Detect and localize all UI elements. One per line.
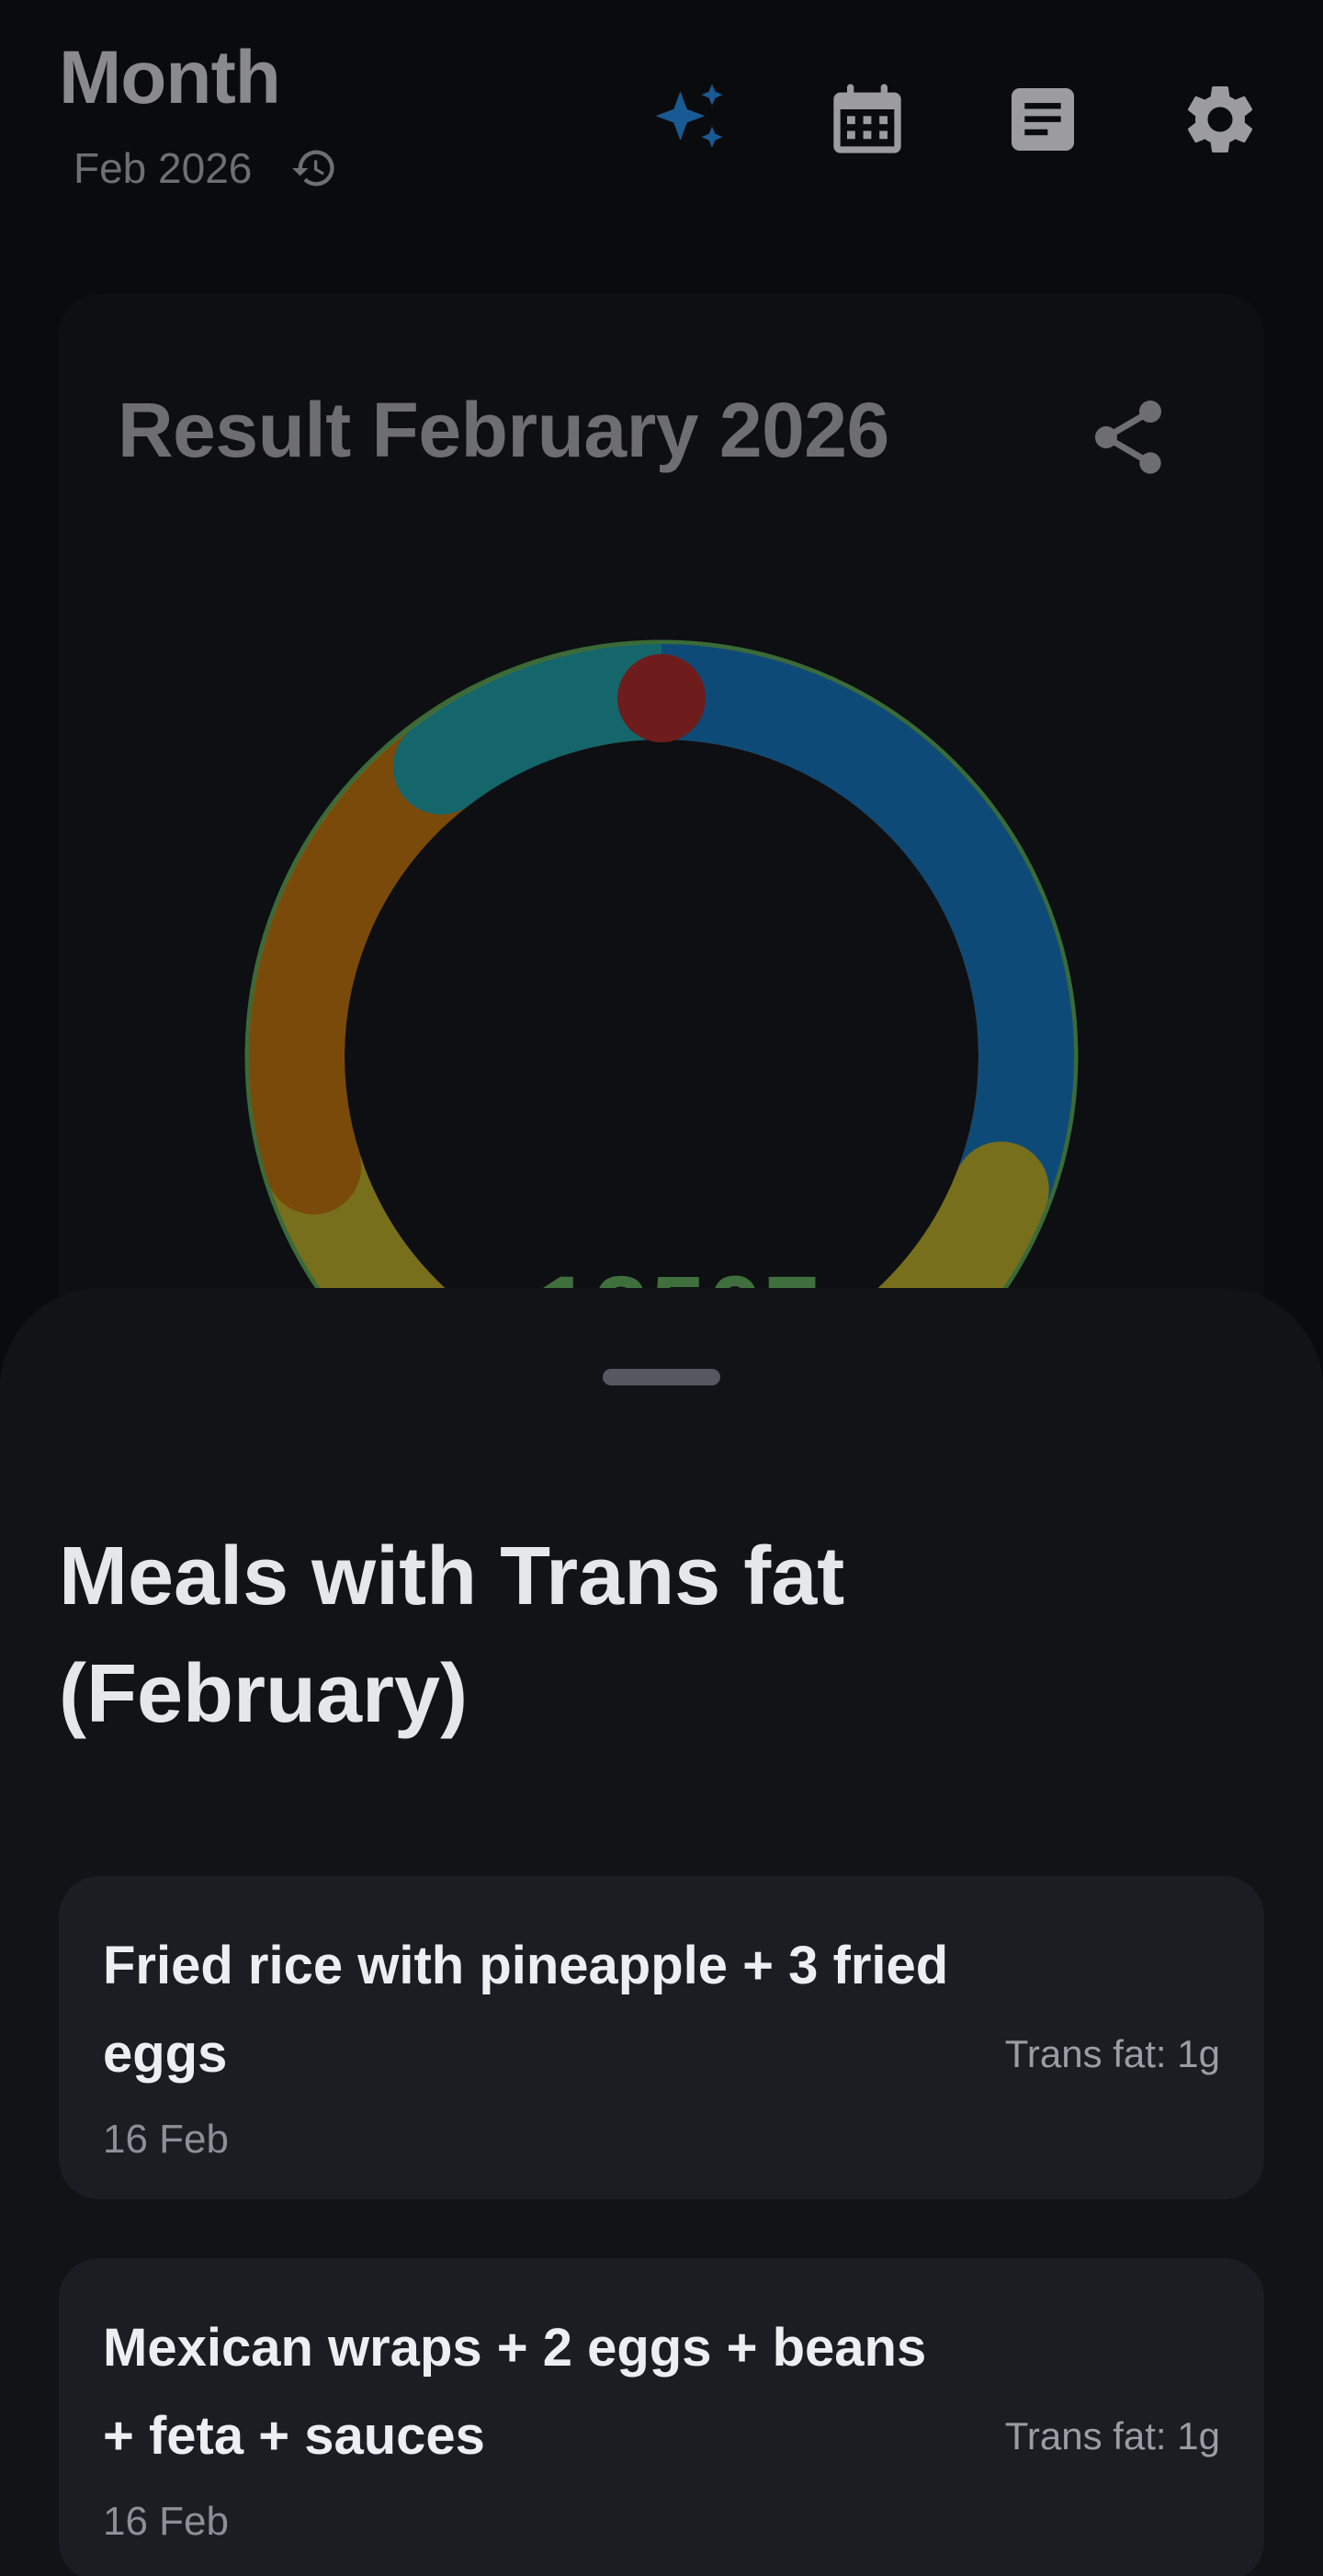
meal-card[interactable]: Fried rice with pineapple + 3 fried eggs…	[59, 1876, 1264, 2199]
meal-list: Fried rice with pineapple + 3 fried eggs…	[59, 1876, 1264, 2576]
sheet-title-line2: (February)	[59, 1648, 469, 1740]
page-title: Month	[59, 36, 281, 119]
gauge-blue-segment	[661, 644, 1075, 1207]
bottom-sheet: Meals with Trans fat (February) Fried ri…	[0, 1288, 1323, 2576]
sheet-title-line1: Meals with Trans fat	[59, 1531, 845, 1622]
calendar-icon[interactable]	[821, 73, 913, 165]
gear-icon[interactable]	[1174, 73, 1266, 165]
period-label: Feb 2026	[74, 144, 253, 192]
meal-trans-fat: Trans fat: 1g	[1004, 2414, 1220, 2457]
meal-trans-fat: Trans fat: 1g	[1004, 2032, 1220, 2075]
sheet-title: Meals with Trans fat (February)	[59, 1518, 1069, 1753]
sheet-drag-handle[interactable]	[603, 1369, 720, 1385]
meal-name-line2: eggs	[103, 2024, 228, 2084]
meal-name: Fried rice with pineapple + 3 fried eggs	[103, 1922, 1022, 2098]
meal-date: 16 Feb	[103, 2117, 229, 2162]
history-icon[interactable]	[290, 144, 338, 192]
meal-date: 16 Feb	[103, 2499, 229, 2544]
document-icon[interactable]	[997, 73, 1089, 165]
meal-name-line1: Mexican wraps + 2 eggs + beans	[103, 2318, 927, 2378]
gauge-olive-cap	[953, 1141, 1049, 1237]
meal-name-line2: + feta + sauces	[103, 2406, 485, 2466]
gauge-red-marker	[617, 654, 706, 742]
app-screen: Month Feb 2026 Result February 2026 Meal…	[0, 0, 1323, 2576]
meal-name-line1: Fried rice with pineapple + 3 fried	[103, 1936, 949, 1995]
sparkles-icon[interactable]	[645, 73, 737, 165]
period-selector[interactable]: Feb 2026	[74, 143, 338, 193]
result-card: Result February 2026 -12507	[59, 294, 1264, 1452]
top-bar: Month Feb 2026	[0, 0, 1323, 239]
meal-card[interactable]: Mexican wraps + 2 eggs + beans + feta + …	[59, 2258, 1264, 2576]
meal-name: Mexican wraps + 2 eggs + beans + feta + …	[103, 2304, 1022, 2480]
